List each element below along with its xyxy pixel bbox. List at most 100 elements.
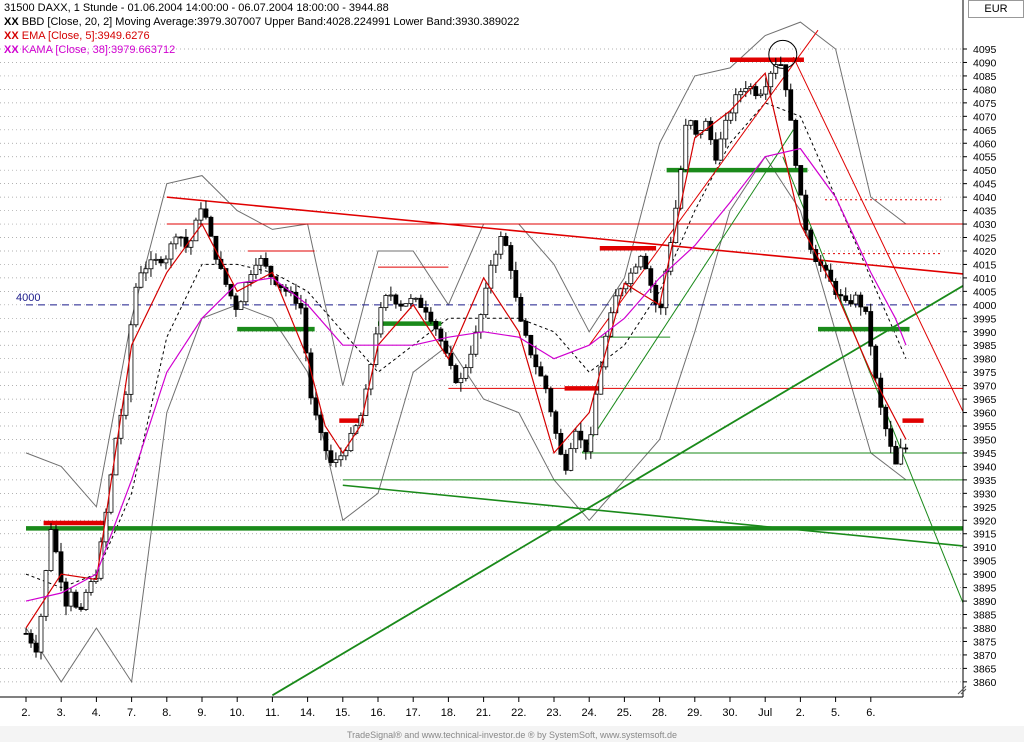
candle-body — [263, 258, 269, 267]
candle-body — [178, 236, 184, 239]
candle-body — [683, 124, 689, 171]
x-tick-label: 4. — [92, 707, 101, 719]
candle-body — [628, 272, 634, 285]
y-tick-label: 3860 — [973, 677, 997, 689]
candle-body — [258, 258, 264, 266]
y-tick-label: 3930 — [973, 488, 997, 500]
x-tick-label: 6. — [866, 707, 875, 719]
candle-body — [338, 455, 344, 461]
candle-body — [788, 89, 794, 121]
candle-body — [153, 258, 159, 261]
candle-body — [508, 245, 514, 271]
candle-body — [768, 72, 774, 88]
x-tick-label: 8. — [162, 707, 171, 719]
resize-handle-icon — [957, 685, 967, 695]
candle-body — [903, 447, 909, 450]
candle-body — [398, 303, 404, 307]
candle-body — [408, 297, 414, 305]
candle-body — [88, 581, 94, 593]
y-tick-label: 4020 — [973, 246, 997, 258]
x-tick-label: 9. — [197, 707, 206, 719]
candle-body — [458, 377, 464, 384]
candle-body — [383, 295, 389, 309]
x-tick-label: 15. — [335, 707, 350, 719]
x-tick-label: 24. — [582, 707, 597, 719]
candle-body — [133, 286, 139, 326]
candle-body — [53, 529, 59, 553]
price-chart: 4000 3860 38653870 387538803885 38903895 390… — [0, 0, 1024, 742]
y-tick-label: 3875 — [973, 636, 997, 648]
y-tick-label: 4015 — [973, 259, 997, 271]
y-tick-label: 4040 — [973, 192, 997, 204]
candle-body — [68, 591, 74, 607]
y-tick-label: 3905 — [973, 556, 997, 568]
legend-ema-marker: XX — [4, 30, 19, 42]
y-tick-label: 3865 — [973, 663, 997, 675]
candle-body — [648, 268, 654, 286]
candle-body — [163, 258, 169, 264]
y-tick-label: 3925 — [973, 502, 997, 514]
candle-body — [293, 291, 299, 304]
y-tick-label: 3955 — [973, 421, 997, 433]
x-tick-label: 5. — [831, 707, 840, 719]
candle-body — [863, 306, 869, 312]
candle-body — [83, 591, 89, 610]
x-tick-label: 22. — [511, 707, 526, 719]
y-tick-label: 4090 — [973, 57, 997, 69]
candle-body — [718, 138, 724, 161]
candle-body — [403, 303, 409, 307]
x-tick-label: 30. — [722, 707, 737, 719]
candle-body — [523, 320, 529, 336]
candle-body — [803, 194, 809, 231]
candle-body — [578, 430, 584, 441]
x-tick-label: 11. — [265, 707, 279, 719]
candle-body — [303, 307, 309, 354]
candle-body — [488, 264, 494, 289]
y-tick-label: 4075 — [973, 98, 997, 110]
x-tick-label: 25. — [617, 707, 632, 719]
y-tick-label: 3920 — [973, 515, 997, 527]
candle-body — [443, 340, 449, 354]
candle-body — [853, 294, 859, 305]
candle-body — [23, 632, 29, 635]
y-tick-label: 3980 — [973, 354, 997, 366]
candle-body — [638, 255, 644, 268]
currency-button[interactable]: EUR — [968, 0, 1024, 18]
y-tick-label: 4080 — [973, 84, 997, 96]
candle-body — [208, 216, 214, 237]
y-tick-label: 3945 — [973, 448, 997, 460]
ema-line — [25, 71, 907, 629]
y-tick-label: 3970 — [973, 381, 997, 393]
candle-body — [473, 331, 479, 355]
candle-body — [148, 259, 154, 270]
candle-body — [253, 264, 259, 276]
candle-body — [78, 606, 84, 610]
y-tick-label: 3915 — [973, 529, 997, 541]
y-tick-label: 4000 — [973, 300, 997, 312]
candle-body — [793, 119, 799, 166]
candle-body — [423, 307, 429, 313]
candle-body — [593, 393, 599, 436]
y-tick-label: 3910 — [973, 542, 997, 554]
candle-body — [563, 453, 569, 471]
candle-body — [328, 450, 334, 463]
candle-body — [513, 270, 519, 298]
y-tick-label: 4045 — [973, 179, 997, 191]
trend-line — [342, 484, 963, 547]
y-tick-label: 3960 — [973, 408, 997, 420]
candle-body — [533, 354, 539, 368]
candle-body — [413, 297, 419, 300]
y-tick-label: 4065 — [973, 125, 997, 137]
x-tick-label: 16. — [370, 707, 385, 719]
legend-ema-text: EMA [Close, 5]:3949.6276 — [21, 30, 150, 42]
candle-body — [778, 64, 784, 66]
legend-bollinger-text: BBD [Close, 20, 2] Moving Average:3979.3… — [21, 16, 520, 28]
candle-body — [268, 265, 274, 278]
x-tick-label: 14. — [300, 707, 315, 719]
trend-line — [792, 56, 963, 413]
candle-body — [893, 445, 899, 465]
x-tick-label: 29. — [687, 707, 702, 719]
candle-body — [418, 297, 424, 308]
candle-body — [643, 255, 649, 270]
x-tick-label: 28. — [652, 707, 667, 719]
